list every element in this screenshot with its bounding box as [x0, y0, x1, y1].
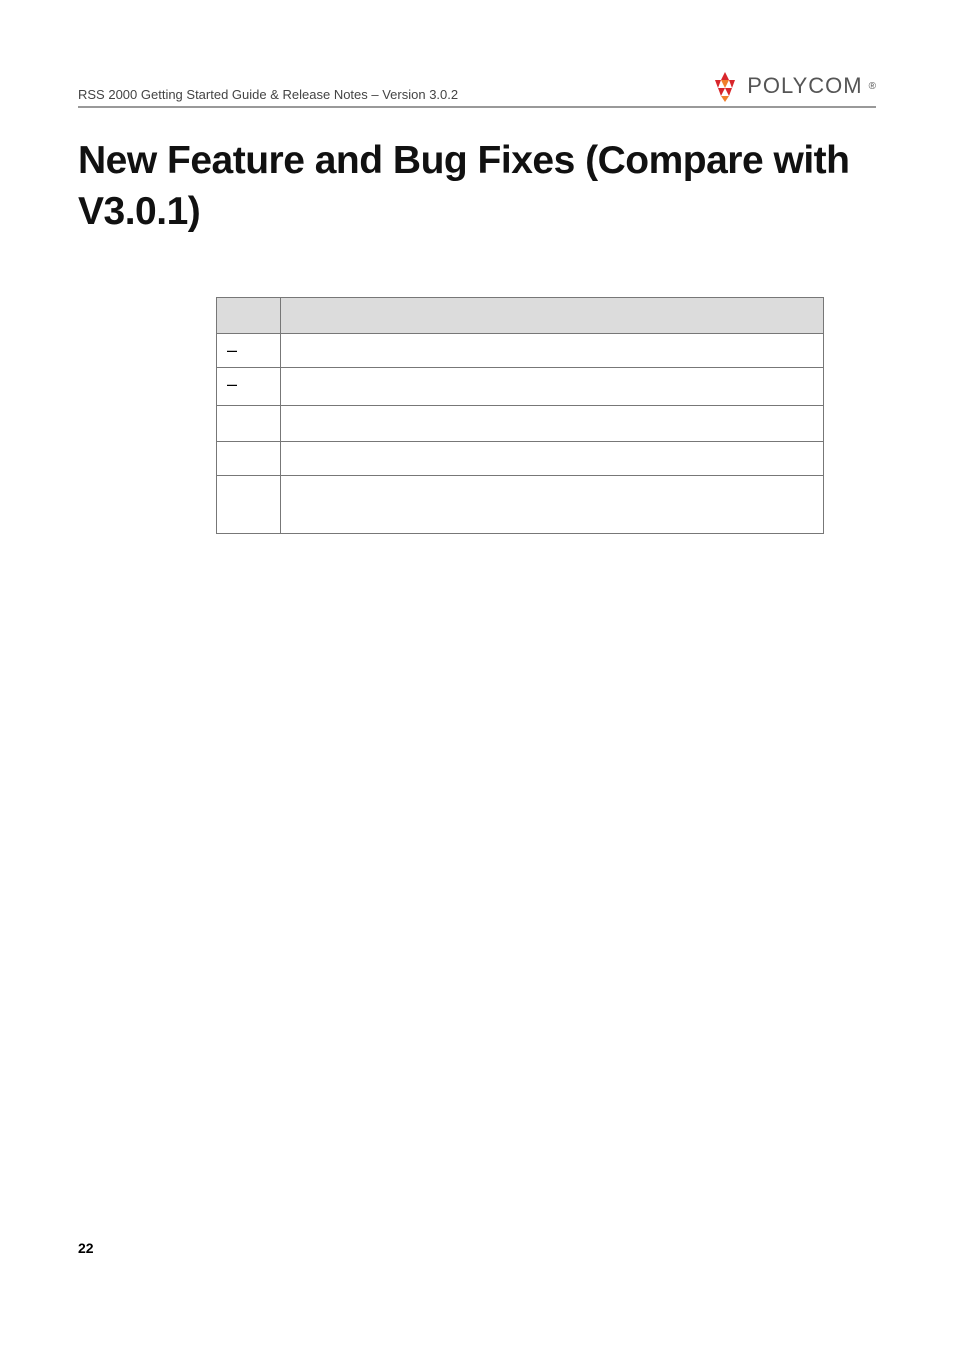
table-row: –	[217, 334, 824, 368]
table-row	[217, 406, 824, 442]
table-header-desc	[281, 298, 824, 334]
cell-index	[217, 442, 281, 476]
cell-desc	[281, 368, 824, 406]
brand-logo: POLYCOM ®	[709, 70, 876, 102]
polycom-logo-icon	[709, 70, 741, 102]
fixes-table-wrap: – –	[216, 297, 824, 534]
fixes-table: – –	[216, 297, 824, 534]
table-row	[217, 442, 824, 476]
page-number: 22	[78, 1240, 94, 1256]
page-header: RSS 2000 Getting Started Guide & Release…	[78, 70, 876, 108]
table-row	[217, 476, 824, 534]
cell-index: –	[217, 334, 281, 368]
cell-desc	[281, 476, 824, 534]
brand-tm: ®	[869, 81, 876, 92]
cell-desc	[281, 406, 824, 442]
cell-index	[217, 406, 281, 442]
cell-index	[217, 476, 281, 534]
cell-index: –	[217, 368, 281, 406]
page-heading: New Feature and Bug Fixes (Compare with …	[78, 136, 876, 237]
table-header-index	[217, 298, 281, 334]
table-header-row	[217, 298, 824, 334]
brand-name: POLYCOM	[747, 73, 862, 99]
cell-desc	[281, 334, 824, 368]
table-row: –	[217, 368, 824, 406]
doc-title: RSS 2000 Getting Started Guide & Release…	[78, 87, 458, 102]
cell-desc	[281, 442, 824, 476]
